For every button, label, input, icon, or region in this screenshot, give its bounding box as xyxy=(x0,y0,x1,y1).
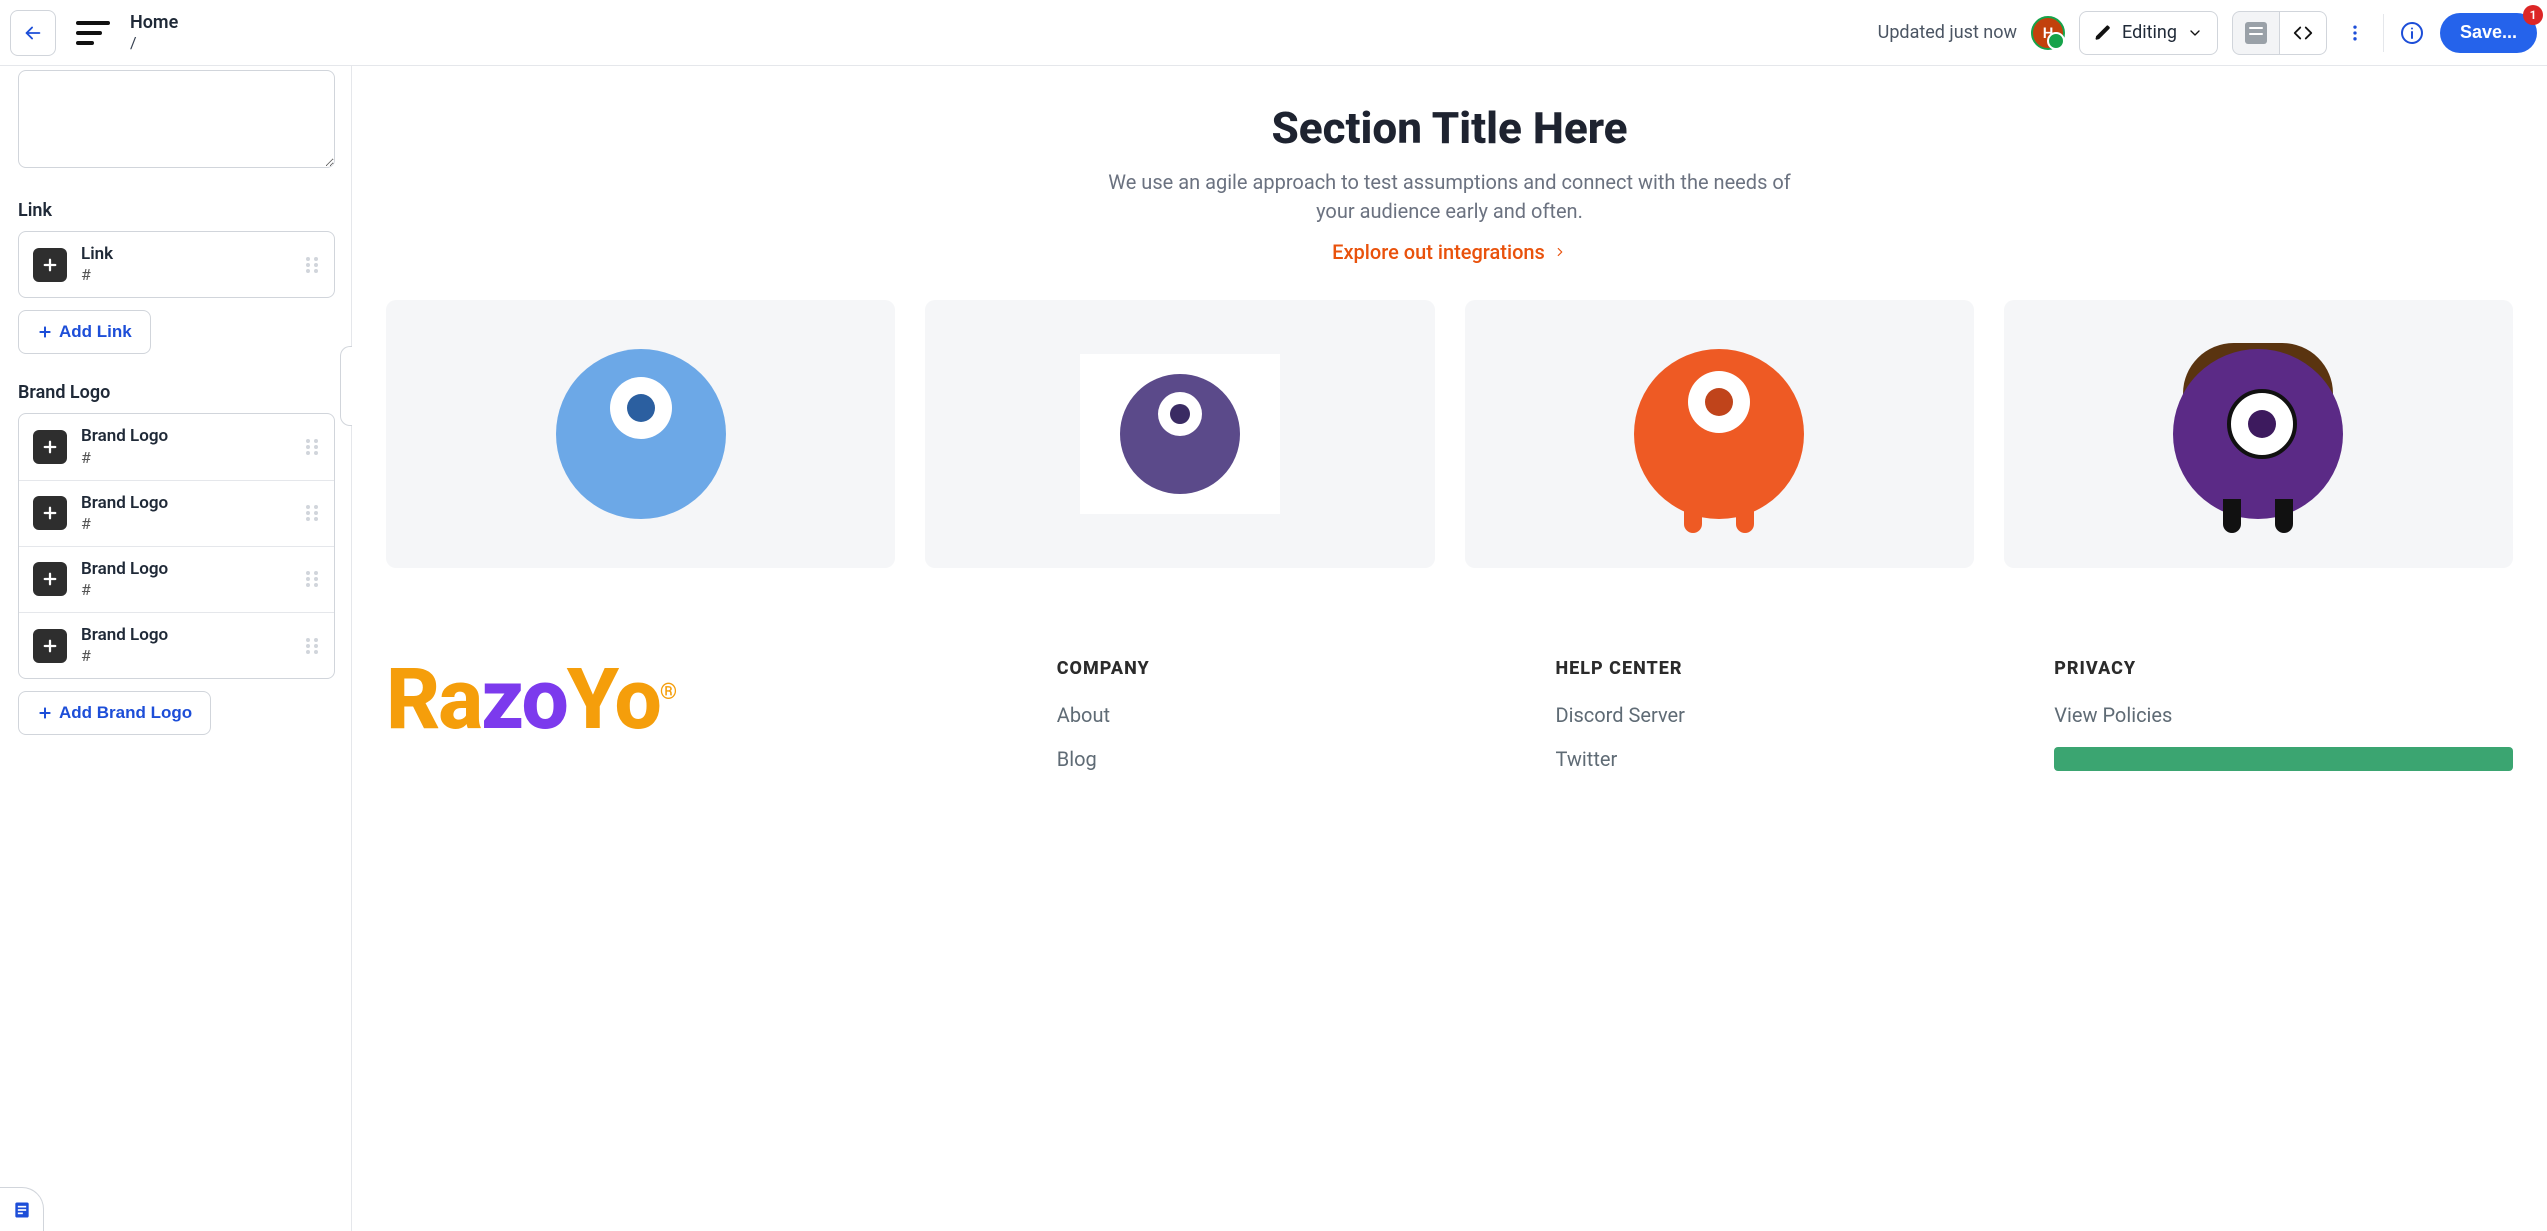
hero-section: Section Title Here We use an agile appro… xyxy=(1020,102,1880,264)
brand-cards-row xyxy=(386,300,2513,568)
info-button[interactable] xyxy=(2398,19,2426,47)
hero-title: Section Title Here xyxy=(1020,102,1880,154)
footer-cta-button[interactable] xyxy=(2054,747,2513,771)
page-title: Home xyxy=(130,13,178,34)
brand-card[interactable] xyxy=(1465,300,1974,568)
save-status: Updated just now xyxy=(1878,22,2017,43)
site-footer: RazoYo® COMPANY About Blog HELP CENTER D… xyxy=(386,658,2513,791)
more-menu[interactable] xyxy=(2341,19,2369,47)
footer-link[interactable]: About xyxy=(1057,703,1516,727)
mode-selector[interactable]: Editing xyxy=(2079,11,2218,55)
footer-link[interactable]: Twitter xyxy=(1556,747,2015,771)
preview-layout-button[interactable] xyxy=(2232,11,2280,55)
notes-tab[interactable] xyxy=(0,1187,44,1231)
brand-card[interactable] xyxy=(386,300,895,568)
expand-icon xyxy=(33,248,67,282)
canvas[interactable]: Section Title Here We use an agile appro… xyxy=(352,66,2547,1231)
view-switcher xyxy=(2232,11,2327,55)
footer-col-company: COMPANY About Blog xyxy=(1057,658,1516,791)
more-vertical-icon xyxy=(2345,23,2365,43)
mascot-image xyxy=(1634,349,1804,519)
footer-col-privacy: PRIVACY View Policies xyxy=(2054,658,2513,771)
chevron-down-icon xyxy=(2187,25,2203,41)
brand-card[interactable] xyxy=(2004,300,2513,568)
description-textarea[interactable] xyxy=(18,70,335,168)
avatar[interactable]: H xyxy=(2031,16,2065,50)
brand-logo-list: Brand Logo# Brand Logo# Brand Logo# Bran… xyxy=(18,413,335,679)
sidebar-collapse-handle[interactable] xyxy=(340,346,352,426)
brand-logo-item[interactable]: Brand Logo# xyxy=(19,414,334,479)
link-section-label: Link xyxy=(18,200,335,221)
plus-icon xyxy=(37,705,53,721)
brand-card[interactable] xyxy=(925,300,1434,568)
drag-handle-icon[interactable] xyxy=(304,255,320,275)
note-icon xyxy=(12,1200,32,1220)
properties-sidebar: Link Link # xyxy=(0,66,352,1231)
code-view-button[interactable] xyxy=(2280,11,2327,55)
mascot-image xyxy=(556,349,726,519)
mascot-image xyxy=(1120,374,1240,494)
add-link-button[interactable]: Add Link xyxy=(18,310,151,354)
layout-icon xyxy=(2245,22,2267,44)
arrow-left-icon xyxy=(22,22,44,44)
footer-col-help: HELP CENTER Discord Server Twitter xyxy=(1556,658,2015,791)
menu-toggle[interactable] xyxy=(70,15,116,51)
hero-subtitle: We use an agile approach to test assumpt… xyxy=(1100,168,1800,226)
footer-logo: RazoYo® xyxy=(386,658,1017,742)
breadcrumb: Home / xyxy=(130,13,178,52)
brand-logo-item[interactable]: Brand Logo# xyxy=(19,546,334,612)
plus-icon xyxy=(37,324,53,340)
mascot-image xyxy=(2173,349,2343,519)
footer-link[interactable]: Blog xyxy=(1057,747,1516,771)
drag-handle-icon[interactable] xyxy=(304,437,320,457)
link-item[interactable]: Link # xyxy=(19,232,334,297)
divider xyxy=(2383,14,2384,52)
chevron-right-icon xyxy=(1553,245,1567,259)
add-brand-logo-button[interactable]: Add Brand Logo xyxy=(18,691,211,735)
save-wrap: Save... 1 xyxy=(2440,13,2537,53)
footer-link[interactable]: Discord Server xyxy=(1556,703,2015,727)
drag-handle-icon[interactable] xyxy=(304,503,320,523)
footer-link[interactable]: View Policies xyxy=(2054,703,2513,727)
pencil-icon xyxy=(2094,24,2112,42)
hero-cta-link[interactable]: Explore out integrations xyxy=(1332,240,1567,264)
save-badge: 1 xyxy=(2523,5,2543,25)
brand-section-label: Brand Logo xyxy=(18,382,335,403)
back-button[interactable] xyxy=(10,10,56,56)
brand-logo-item[interactable]: Brand Logo# xyxy=(19,612,334,678)
drag-handle-icon[interactable] xyxy=(304,636,320,656)
topbar: Home / Updated just now H Editing Sav xyxy=(0,0,2547,66)
drag-handle-icon[interactable] xyxy=(304,569,320,589)
info-icon xyxy=(2400,21,2424,45)
save-button[interactable]: Save... xyxy=(2440,13,2537,53)
brand-logo-item[interactable]: Brand Logo# xyxy=(19,480,334,546)
code-icon xyxy=(2292,22,2314,44)
page-path: / xyxy=(130,34,178,52)
link-list: Link # xyxy=(18,231,335,298)
